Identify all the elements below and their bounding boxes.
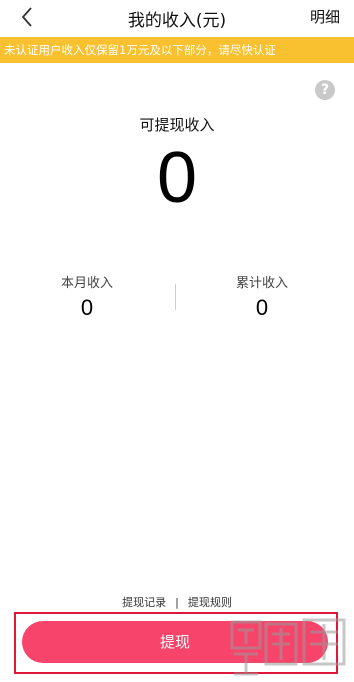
withdraw-rules-link[interactable]: 提现规则	[188, 596, 232, 609]
stat-divider	[175, 284, 176, 310]
question-circle-icon[interactable]: ?	[315, 80, 335, 100]
page-title: 我的收入(元)	[127, 11, 227, 31]
header-bar: 我的收入(元) 明细	[0, 0, 354, 36]
total-income-label: 累计收入	[235, 276, 288, 291]
month-income-stat: 本月收入 0	[27, 272, 147, 321]
month-income-value: 0	[80, 295, 94, 320]
total-income-value: 0	[255, 295, 269, 320]
withdraw-button[interactable]: 提现	[22, 621, 328, 663]
withdrawable-label: 可提现收入	[139, 116, 215, 134]
verification-notice: 未认证用户收入仅保留1万元及以下部分，请尽快认证	[0, 37, 354, 63]
total-income-stat: 累计收入 0	[202, 272, 322, 321]
footer-links: 提现记录 | 提现规则	[0, 594, 354, 610]
withdraw-record-link[interactable]: 提现记录	[122, 596, 166, 609]
link-separator: |	[175, 596, 179, 609]
withdrawable-amount: 0	[156, 138, 198, 218]
detail-link[interactable]: 明细	[310, 6, 340, 27]
month-income-label: 本月收入	[60, 276, 113, 291]
